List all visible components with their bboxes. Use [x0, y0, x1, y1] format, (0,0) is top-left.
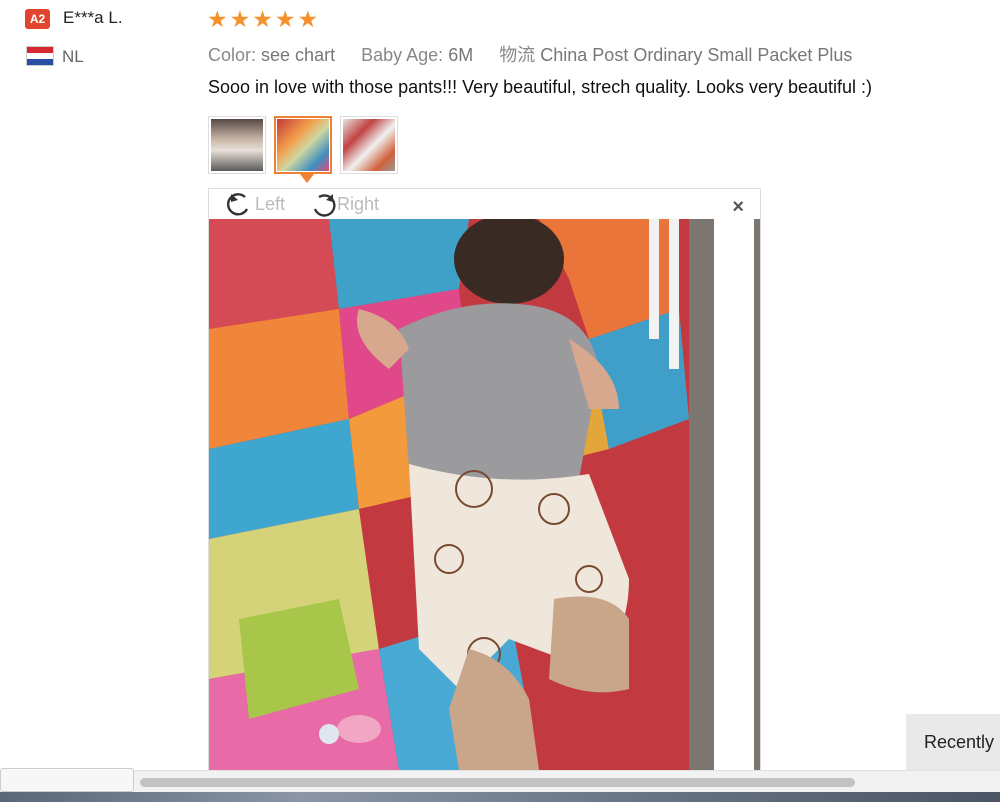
baby-age-label: Baby Age: — [361, 45, 444, 65]
rotate-left-button[interactable]: Left — [225, 191, 285, 217]
rotate-right-label: Right — [337, 193, 380, 214]
review-text: Sooo in love with those pants!!! Very be… — [208, 77, 873, 97]
review-photo-illustration — [209, 219, 760, 770]
star-icon: ★ — [252, 6, 273, 32]
shipping-label: 物流 — [499, 45, 536, 65]
rotate-right-button[interactable]: Right — [305, 191, 379, 217]
rotate-right-icon — [313, 194, 336, 217]
star-icon: ★ — [229, 6, 251, 32]
rotate-left-label: Left — [255, 193, 286, 214]
desktop-strip — [0, 792, 1000, 802]
color-value: see chart — [261, 45, 336, 65]
horizontal-scrollbar-thumb[interactable] — [140, 778, 855, 787]
viewer-toolbar: Left Right × — [209, 189, 760, 219]
review-thumbnails — [208, 116, 398, 174]
review-photo-large — [209, 219, 760, 770]
recently-viewed-tab[interactable]: Recently — [906, 714, 1000, 772]
rotate-left-icon — [226, 193, 249, 216]
review-thumbnail-1[interactable] — [208, 116, 266, 174]
shipping-value: China Post Ordinary Small Packet Plus — [540, 45, 853, 65]
buyer-level-badge: A2 — [25, 9, 50, 29]
country-flag-icon — [26, 46, 54, 66]
star-icon: ★ — [207, 6, 228, 32]
baby-age-value: 6M — [448, 45, 474, 65]
color-label: Color: — [208, 45, 257, 65]
scrollbar-left-box[interactable] — [0, 768, 134, 792]
buyer-name: E***a L. — [63, 8, 123, 27]
active-thumbnail-pointer — [300, 174, 314, 183]
review-thumbnail-3[interactable] — [340, 116, 398, 174]
buyer-country: NL — [62, 47, 84, 66]
star-icon: ★ — [274, 6, 296, 32]
close-viewer-button[interactable]: × — [732, 197, 744, 217]
star-icon: ★ — [297, 6, 319, 32]
order-attributes: Color: see chart Baby Age: 6M 物流 China P… — [208, 41, 852, 67]
review-thumbnail-2[interactable] — [274, 116, 332, 174]
image-viewer: Left Right × — [208, 188, 761, 771]
rating-stars: ★ ★ ★ ★ ★ — [207, 7, 318, 31]
